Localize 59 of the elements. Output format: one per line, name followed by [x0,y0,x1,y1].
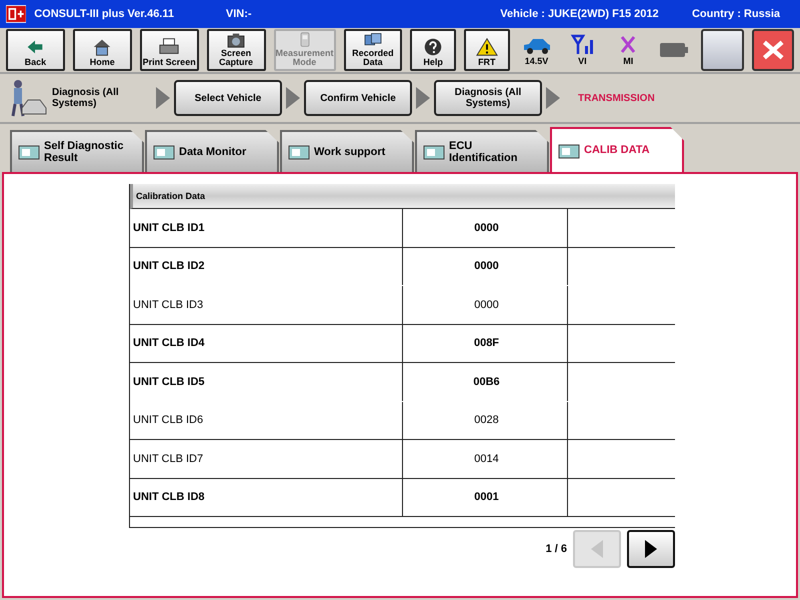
breadcrumb-arrow-icon [156,87,170,109]
toolbar-button[interactable]: FRT [464,29,510,71]
screen-icon [558,142,580,160]
table-cell: UNIT CLB ID1 [130,209,403,246]
breadcrumb-start: Diagnosis (All Systems) [52,87,120,109]
table-cell: UNIT CLB ID4 [130,324,403,362]
current-system: TRANSMISSION [578,92,655,104]
table-cell: 0028 [403,402,568,439]
screen-icon [18,143,40,161]
printer-icon [158,37,180,57]
minimize-button[interactable] [701,29,744,71]
table-cell: UNIT CLB ID8 [130,478,403,516]
folders-icon [362,32,384,48]
screen-icon [153,143,175,161]
breadcrumb-arrow-icon [546,87,560,109]
status-label: 14.5V [524,56,548,66]
toolbar-button[interactable]: Recorded Data [344,29,402,71]
table-cell: UNIT CLB ID3 [130,286,403,324]
toolbar-button[interactable]: Print Screen [140,29,199,71]
next-page-button[interactable] [627,530,675,568]
table-cell: 0014 [403,440,568,478]
table-title: Calibration Data [136,191,206,201]
tab[interactable]: ECU Identification [415,130,549,172]
camera-icon [225,32,248,48]
table-cell: UNIT CLB ID5 [130,363,403,400]
app-title: CONSULT-III plus Ver.46.11 [34,8,175,20]
breadcrumb-arrow-icon [286,87,300,109]
toolbar-button[interactable]: Screen Capture [206,29,266,71]
page-counter: 1 / 6 [546,543,567,555]
screen-icon [288,143,310,161]
toolbar-button[interactable]: Help [410,29,456,71]
country-label: Country : Russia [692,8,780,20]
breadcrumb-button[interactable]: Select Vehicle [174,80,282,116]
table-cell: UNIT CLB ID6 [130,402,403,439]
status-label: MI [623,56,634,66]
status-label: VI [578,56,587,66]
table-cell: UNIT CLB ID7 [130,440,403,478]
warning-icon [476,37,498,57]
table-cell: 008F [403,324,568,362]
table-cell: 0000 [403,209,568,246]
table-cell: 0001 [403,478,568,516]
vehicle-label: Vehicle : JUKE(2WD) F15 2012 [500,8,660,20]
table-cell: 0000 [403,248,568,285]
table-cell: 0000 [403,286,568,324]
toolbar-button[interactable]: Back [6,29,65,71]
breadcrumb-arrow-icon [416,87,430,109]
tab[interactable]: Work support [280,130,414,172]
screen-icon [423,143,445,161]
tab[interactable]: CALIB DATA [550,127,684,172]
tab[interactable]: Data Monitor [145,130,279,172]
close-button[interactable] [752,29,794,71]
breadcrumb-button[interactable]: Confirm Vehicle [304,80,412,116]
breadcrumb-button[interactable]: Diagnosis (All Systems) [434,80,542,116]
tab[interactable]: Self Diagnostic Result [10,130,144,172]
logo-icon [6,5,26,23]
table-cell: 00B6 [403,363,568,400]
table-cell: UNIT CLB ID2 [130,248,403,285]
toolbar-button[interactable]: Home [72,29,132,71]
vin-label: VIN:- [226,8,253,20]
